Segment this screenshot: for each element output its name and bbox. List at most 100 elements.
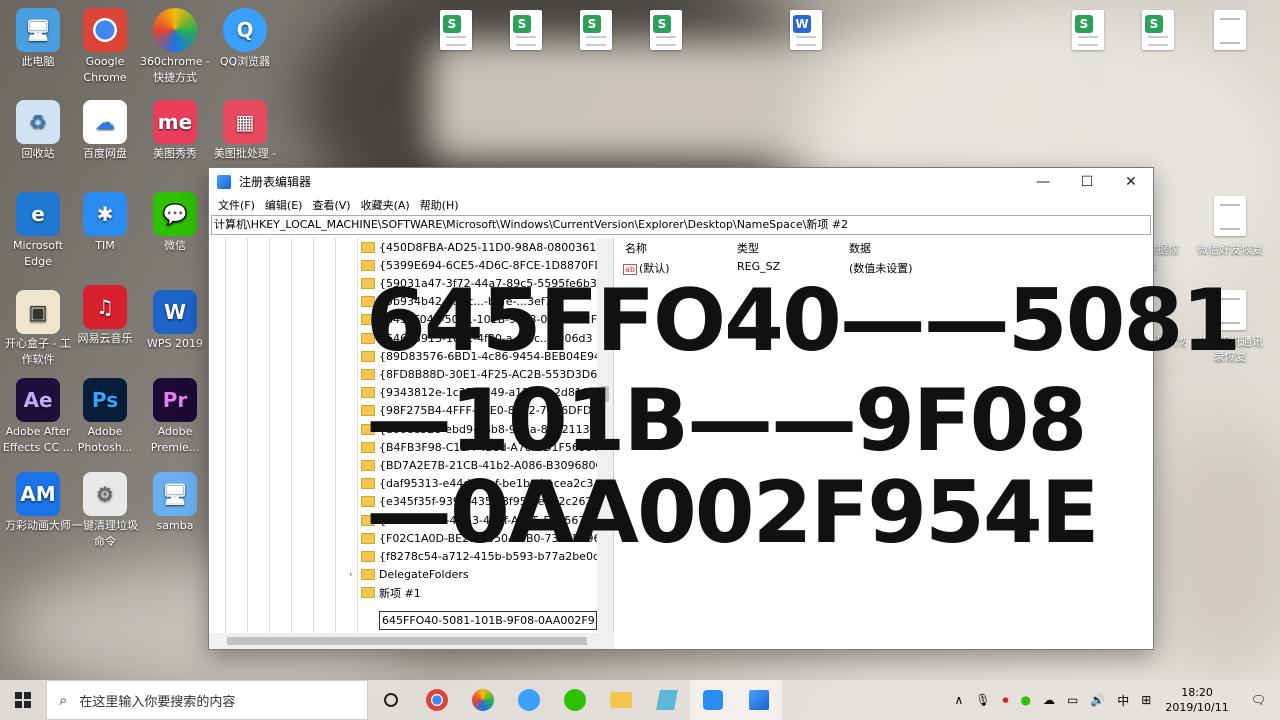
menu-bar: 文件(F) 编辑(E) 查看(V) 收藏夹(A) 帮助(H) <box>209 195 1153 215</box>
task-view-button[interactable] <box>368 680 414 720</box>
menu-view[interactable]: 查看(V) <box>307 197 355 213</box>
tree-horizontal-scrollbar[interactable] <box>209 633 614 649</box>
desktop-icon-label: Microsoft Edge <box>12 239 64 268</box>
desktop-icon-label: 360chrome - 快捷方式 <box>140 55 210 84</box>
spreadsheet-file-icon[interactable]: S <box>650 10 682 50</box>
text-file-icon[interactable] <box>1214 10 1246 50</box>
desktop-icon-label: Adobe Photosh... <box>77 425 133 454</box>
scrollbar-thumb[interactable] <box>227 637 587 645</box>
taskbar-notepad[interactable] <box>644 680 690 720</box>
desktop-icon-samba[interactable]: 🖥 samba <box>137 472 213 534</box>
taskbar-wechat[interactable] <box>552 680 598 720</box>
column-data[interactable]: 数据 <box>849 240 871 256</box>
maximize-button[interactable]: ☐ <box>1065 168 1109 195</box>
desktop-icon-edge[interactable]: e Microsoft Edge <box>0 192 76 270</box>
clock[interactable]: 18:20 2019/10/11 <box>1157 685 1236 715</box>
ime-indicator[interactable]: 中 <box>1111 692 1135 709</box>
spreadsheet-file-icon[interactable]: S <box>580 10 612 50</box>
task-view-icon <box>384 693 398 707</box>
qq-browser-icon: Q <box>223 8 267 52</box>
folder-icon <box>361 569 375 581</box>
address-bar[interactable]: 计算机\HKEY_LOCAL_MACHINE\SOFTWARE\Microsof… <box>211 215 1151 235</box>
desktop-icon-360chrome[interactable]: 360chrome - 快捷方式 <box>137 8 213 86</box>
menu-favorites[interactable]: 收藏夹(A) <box>356 197 415 213</box>
desktop-icon-label: TIM <box>95 239 115 252</box>
desktop-icon-cleanup[interactable]: ⚙ 一键清理垃圾命令 <box>67 472 143 550</box>
registry-icon <box>749 690 769 710</box>
overlay-text-line2: —101B——9F08 <box>366 371 1087 471</box>
taskbar-360chrome[interactable] <box>460 680 506 720</box>
desktop-icon-tim[interactable]: ✱ TIM <box>67 192 143 254</box>
taskbar-explorer[interactable] <box>598 680 644 720</box>
tree-node[interactable]: › DelegateFolders <box>349 566 469 584</box>
chevron-up-icon[interactable]: ∧ <box>948 693 969 707</box>
desktop-icon-netease-music[interactable]: ♫ 网易云音乐 <box>67 285 143 347</box>
close-button[interactable]: ✕ <box>1109 168 1153 195</box>
menu-file[interactable]: 文件(F) <box>213 197 260 213</box>
desktop-icon-label: 此电脑 <box>21 55 55 68</box>
desktop-icon-wps[interactable]: W WPS 2019 <box>137 290 213 352</box>
column-type[interactable]: 类型 <box>737 240 759 256</box>
tree-node[interactable]: 新项 #1 <box>361 584 421 602</box>
notification-icon[interactable]: 🗨 <box>1237 693 1280 707</box>
search-placeholder: 在这里输入你要搜索的内容 <box>79 694 236 710</box>
folder-icon <box>361 241 375 253</box>
spreadsheet-file-icon[interactable]: S <box>1142 10 1174 50</box>
start-button[interactable] <box>0 680 46 720</box>
desktop-icon-label: 微信 <box>164 239 186 252</box>
recycle-bin-icon: ♻ <box>16 100 60 144</box>
expand-icon[interactable]: › <box>349 570 353 580</box>
desktop-icon-recycle-bin[interactable]: ♻ 回收站 <box>0 100 76 162</box>
column-name[interactable]: 名称 <box>625 240 647 256</box>
photoshop-icon: Ps <box>83 378 127 422</box>
taskbar-regedit[interactable] <box>736 680 782 720</box>
tree-guides <box>209 238 369 633</box>
star-icon: ✱ <box>83 192 127 236</box>
microphone-icon[interactable]: 🎙 <box>969 693 996 707</box>
cloud-icon: ☁ <box>83 100 127 144</box>
desktop-icon-label: WPS 2019 <box>147 337 203 350</box>
menu-edit[interactable]: 编辑(E) <box>260 197 308 213</box>
desktop-icon-after-effects[interactable]: Ae Adobe After Effects CC ... <box>0 378 76 456</box>
tree-node-label: {5399E694-6CE5-4D6C-8FCE-1D8870FD <box>379 258 603 272</box>
taskbar-qq-browser[interactable] <box>506 680 552 720</box>
wechat-tray-icon[interactable]: ● <box>1015 693 1037 707</box>
desktop-icon-chrome[interactable]: Google Chrome <box>67 8 143 86</box>
cloud-tray-icon[interactable]: ☁ <box>1037 693 1061 707</box>
input-mode-icon[interactable]: ⊞ <box>1135 693 1157 707</box>
taskbar-search[interactable]: ⌕ 在这里输入你要搜索的内容 <box>46 680 368 720</box>
desktop-icon-meitu-batch[interactable]: ▦ 美图批处理 - <box>207 100 283 162</box>
tree-node[interactable]: {450D8FBA-AD25-11D0-98A8-0800361B <box>361 238 604 256</box>
word-file-icon[interactable]: W <box>790 10 822 50</box>
title-bar[interactable]: 注册表编辑器 — ☐ ✕ <box>209 168 1153 195</box>
taskbar-tim[interactable] <box>690 680 736 720</box>
tim-icon <box>703 690 723 710</box>
text-file-icon[interactable] <box>1214 196 1246 236</box>
desktop-icon-wechat[interactable]: 💬 微信 <box>137 192 213 254</box>
desktop-icon-meitu[interactable]: me 美图秀秀 <box>137 100 213 162</box>
meitu-icon: me <box>153 100 197 144</box>
overlay-text-line1: 645FFO40——5081 <box>366 271 1241 371</box>
volume-icon[interactable]: 🔊 <box>1084 693 1111 707</box>
minimize-button[interactable]: — <box>1021 168 1065 195</box>
tree-node-label: {450D8FBA-AD25-11D0-98A8-0800361B <box>379 240 604 254</box>
desktop-icon-kaixin[interactable]: ▣ 开心盒子 - 工作软件 <box>0 290 76 368</box>
recorder-icon[interactable]: ⏺ <box>996 693 1014 708</box>
desktop-icon-label: 美图秀秀 <box>153 147 197 160</box>
spreadsheet-file-icon[interactable]: S <box>440 10 472 50</box>
network-icon[interactable]: ▭ <box>1061 693 1084 707</box>
desktop-icon-premiere[interactable]: Pr Adobe Premie... <box>137 378 213 456</box>
desktop-icon-wancai[interactable]: AM 万彩动画大师 <box>0 472 76 534</box>
meitu-batch-icon: ▦ <box>223 100 267 144</box>
spreadsheet-file-icon[interactable]: S <box>1072 10 1104 50</box>
spreadsheet-file-icon[interactable]: S <box>510 10 542 50</box>
desktop-icon-baidu-pan[interactable]: ☁ 百度网盘 <box>67 100 143 162</box>
desktop-icon-qq-browser[interactable]: Q QQ浏览器 <box>207 8 283 70</box>
music-icon: ♫ <box>83 285 127 329</box>
taskbar-chrome[interactable] <box>414 680 460 720</box>
desktop-icon-this-pc[interactable]: 🖥 此电脑 <box>0 8 76 70</box>
rename-key-input[interactable]: 645FFO40-5081-101B-9F08-0AA002F954 <box>379 611 597 630</box>
menu-help[interactable]: 帮助(H) <box>415 197 464 213</box>
desktop-icon-label: samba <box>156 519 194 532</box>
desktop-icon-photoshop[interactable]: Ps Adobe Photosh... <box>67 378 143 456</box>
